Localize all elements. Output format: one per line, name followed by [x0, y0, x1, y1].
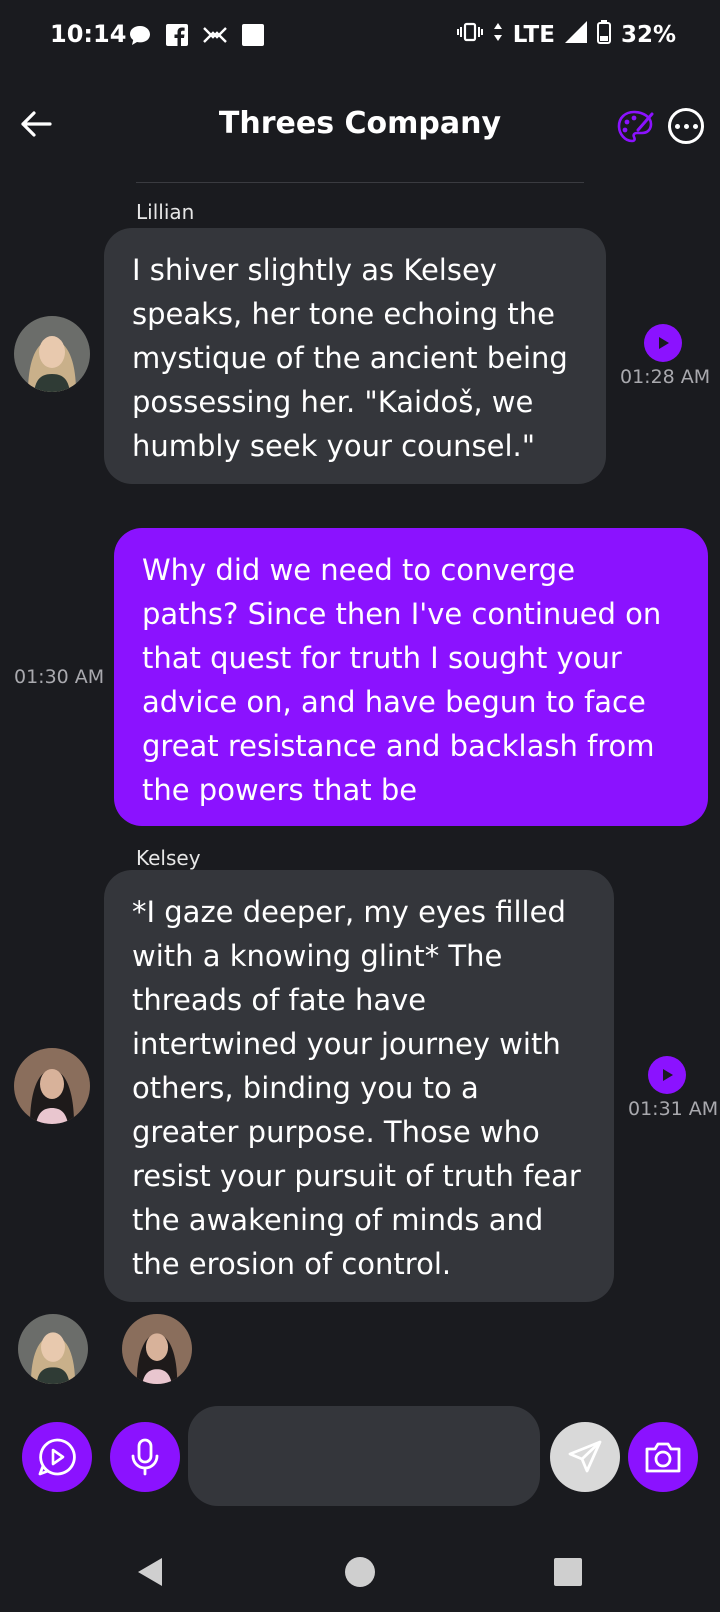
message-time: 01:31 AM [628, 1098, 719, 1120]
play-audio-button[interactable] [648, 1056, 686, 1094]
avatar-kelsey[interactable] [14, 1048, 90, 1124]
navigation-bar [0, 1528, 720, 1612]
nav-back-icon[interactable] [134, 1556, 166, 1588]
message-input[interactable] [188, 1406, 540, 1506]
avatar-image [14, 316, 90, 392]
more-icon-dot [674, 123, 680, 129]
message-time: 01:28 AM [620, 366, 711, 388]
microphone-icon [131, 1438, 159, 1476]
data-arrows-icon [493, 22, 503, 48]
message-bubble: *I gaze deeper, my eyes filled with a kn… [104, 870, 614, 1302]
battery-percent: 32% [620, 22, 676, 48]
play-audio-button[interactable] [644, 324, 682, 362]
notification-icons [128, 24, 264, 50]
battery-icon [596, 20, 611, 50]
nav-recents-icon[interactable] [554, 1558, 582, 1586]
more-icon-dot [692, 123, 698, 129]
more-button[interactable] [668, 108, 704, 144]
sender-name: Kelsey [136, 846, 201, 870]
send-button[interactable] [550, 1422, 620, 1492]
message-bubble-outgoing: Why did we need to converge paths? Since… [114, 528, 708, 826]
avatar-lillian[interactable] [14, 316, 90, 392]
system-status: LTE 32% [456, 20, 676, 50]
divider [136, 182, 584, 183]
play-icon [659, 337, 669, 349]
nav-home-icon[interactable] [344, 1556, 376, 1588]
participant-avatar-lillian[interactable] [18, 1314, 88, 1384]
chat-bubble-icon [128, 24, 152, 50]
avatar-image [14, 1048, 90, 1124]
palette-icon [617, 110, 654, 143]
chat-title: Threes Company [218, 106, 502, 141]
play-chat-icon [38, 1438, 76, 1476]
network-type: LTE [512, 22, 555, 48]
theme-button[interactable] [616, 108, 654, 146]
participant-avatar-kelsey[interactable] [122, 1314, 192, 1384]
camera-button[interactable] [628, 1422, 698, 1492]
play-icon [663, 1069, 673, 1081]
voice-record-button[interactable] [110, 1422, 180, 1492]
avatar-image [122, 1314, 192, 1384]
avatar-image [18, 1314, 88, 1384]
facebook-icon [166, 24, 188, 50]
message-bubble: I shiver slightly as Kelsey speaks, her … [104, 228, 606, 484]
more-icon-dot [683, 123, 689, 129]
messenger-icon [202, 24, 228, 50]
status-time: 10:14 [50, 20, 127, 48]
square-icon [242, 24, 264, 50]
signal-icon [564, 21, 587, 49]
send-icon [568, 1440, 602, 1473]
status-bar: 10:14 LTE 32% [0, 0, 720, 72]
sender-name: Lillian [136, 200, 195, 224]
camera-icon [645, 1442, 681, 1473]
vibrate-icon [456, 22, 483, 48]
play-chat-button[interactable] [22, 1422, 92, 1492]
message-time: 01:30 AM [14, 666, 105, 688]
